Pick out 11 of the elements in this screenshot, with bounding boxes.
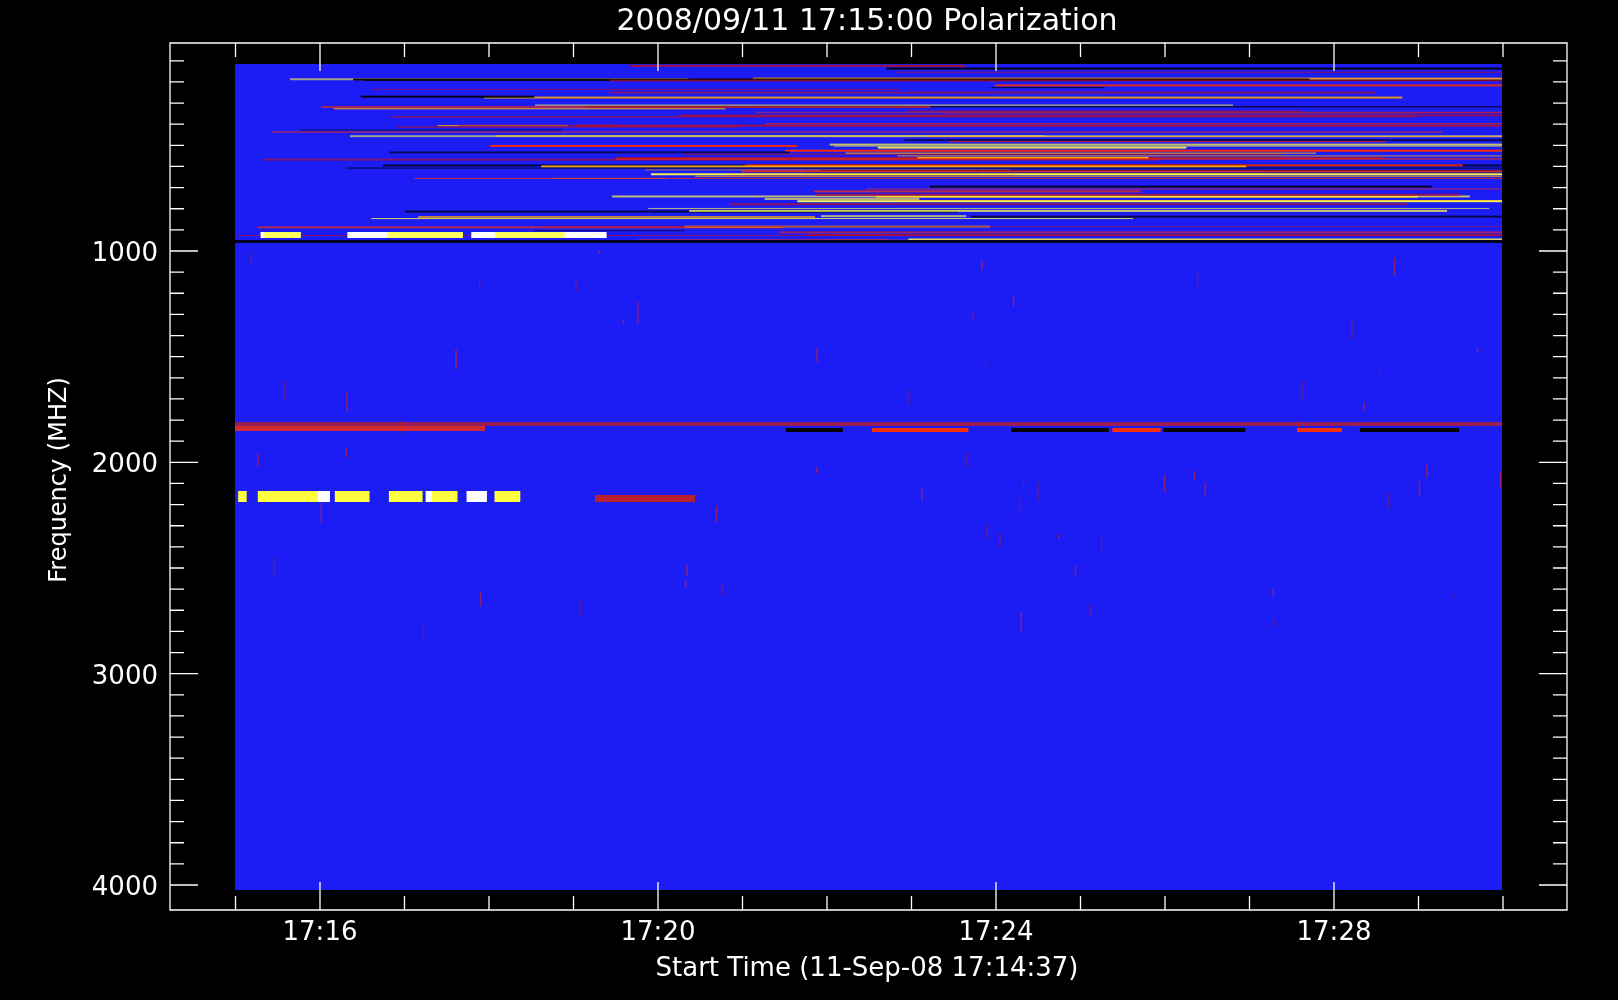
- x-axis-title: Start Time (11-Sep-08 17:14:37): [655, 952, 1079, 982]
- y-tick-label: 3000: [91, 659, 158, 690]
- y-tick-label: 4000: [91, 871, 158, 901]
- x-tick-label: 17:20: [620, 916, 696, 946]
- x-tick-label: 17:28: [1296, 916, 1372, 946]
- x-tick-label: 17:16: [282, 916, 358, 946]
- y-tick-label: 2000: [91, 448, 158, 479]
- y-tick-label: 1000: [91, 237, 158, 267]
- y-axis-title: Frequency (MHZ): [44, 377, 72, 583]
- chart-title: 2008/09/11 17:15:00 Polarization: [616, 2, 1118, 37]
- x-tick-label: 17:24: [958, 916, 1034, 946]
